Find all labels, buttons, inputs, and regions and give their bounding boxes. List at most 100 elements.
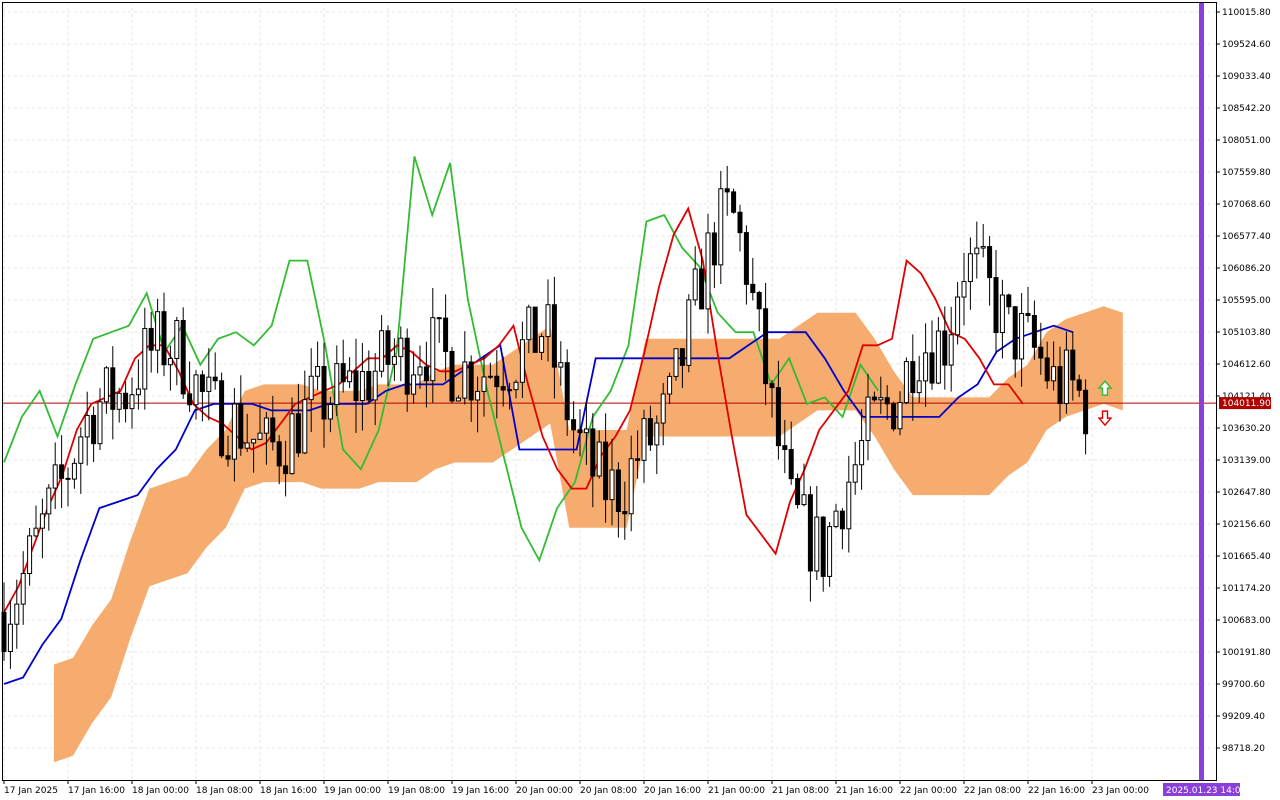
- y-tick-label: 107068.60: [1222, 200, 1271, 210]
- candle-body: [193, 374, 199, 406]
- y-tick-label: 105103.80: [1222, 328, 1271, 338]
- candle-body: [174, 320, 180, 360]
- candle-body: [116, 392, 122, 410]
- candle-body: [283, 465, 289, 475]
- candle-body: [372, 370, 378, 401]
- candle-body: [993, 277, 999, 334]
- candle-body: [20, 572, 26, 605]
- candle-body: [923, 352, 929, 382]
- candle-body: [615, 469, 621, 512]
- candle-body: [430, 317, 436, 382]
- candle-body: [123, 392, 129, 410]
- candle-body: [929, 352, 935, 384]
- candle-body: [404, 337, 410, 395]
- candle-body: [891, 403, 897, 430]
- candle-body: [327, 404, 333, 420]
- candle-body: [795, 478, 801, 506]
- y-tick-label: 109033.40: [1222, 72, 1271, 82]
- x-tick-label: 19 Jan 16:00: [452, 786, 509, 796]
- candle-body: [398, 337, 404, 358]
- candle-body: [507, 389, 513, 392]
- candle-body: [1057, 366, 1063, 405]
- candle-body: [1044, 357, 1050, 382]
- ichimoku-price-chart[interactable]: 110015.80 109524.60 109033.40 108542.20 1080…: [0, 0, 1280, 800]
- candle-body: [583, 428, 589, 434]
- candle-body: [724, 188, 730, 193]
- y-tick-label: 109524.60: [1222, 40, 1271, 50]
- candle-body: [1083, 389, 1089, 435]
- candle-body: [660, 393, 666, 424]
- candle-body: [737, 211, 743, 234]
- x-tick-label: 18 Jan 08:00: [196, 786, 253, 796]
- candle-body: [935, 330, 941, 384]
- y-tick-label: 101665.40: [1222, 552, 1271, 562]
- candle-body: [481, 376, 487, 392]
- y-tick-label: 99700.60: [1222, 680, 1265, 690]
- x-tick-label: 19 Jan 00:00: [324, 786, 381, 796]
- candle-body: [33, 527, 39, 537]
- candle-body: [347, 370, 353, 383]
- candle-body: [980, 246, 986, 249]
- candle-body: [289, 413, 295, 475]
- candle-body: [596, 441, 602, 477]
- candle-body: [199, 374, 205, 392]
- candle-body: [532, 306, 538, 353]
- x-tick-label: 22 Jan 08:00: [964, 786, 1021, 796]
- candle-body: [180, 320, 186, 395]
- candle-body: [276, 441, 282, 467]
- candle-body: [321, 365, 327, 420]
- candle-body: [590, 428, 596, 477]
- x-tick-label: 21 Jan 00:00: [708, 786, 765, 796]
- candle-body: [84, 414, 90, 438]
- candle-body: [609, 469, 615, 501]
- candle-body: [967, 253, 973, 283]
- candle-body: [839, 510, 845, 530]
- y-tick-label: 100191.80: [1222, 648, 1271, 658]
- x-tick-label: 21 Jan 16:00: [836, 786, 893, 796]
- candle-body: [219, 380, 225, 457]
- candle-body: [756, 292, 762, 310]
- candle-body: [257, 432, 263, 440]
- candle-body: [667, 375, 673, 395]
- x-tick-label: 19 Jan 08:00: [388, 786, 445, 796]
- y-tick-label: 103139.00: [1222, 456, 1271, 466]
- candle-body: [1031, 315, 1037, 348]
- candle-body: [359, 370, 365, 402]
- candle-body: [411, 374, 417, 395]
- y-tick-label: 99209.40: [1222, 712, 1265, 722]
- candle-body: [1038, 346, 1044, 359]
- candle-body: [494, 375, 500, 388]
- x-tick-label: 22 Jan 16:00: [1028, 786, 1085, 796]
- candle-body: [974, 247, 980, 255]
- x-tick-label: 23 Jan 00:00: [1092, 786, 1149, 796]
- candle-body: [7, 623, 13, 652]
- current-price-value: 104011.90: [1222, 399, 1271, 409]
- candle-body: [545, 304, 551, 338]
- candle-body: [903, 361, 909, 404]
- candle-body: [449, 350, 455, 402]
- y-tick-label: 108051.00: [1222, 136, 1271, 146]
- candle-body: [391, 356, 397, 365]
- candle-body: [251, 438, 257, 444]
- candle-body: [673, 348, 679, 377]
- candle-body: [1025, 312, 1031, 317]
- candle-body: [263, 417, 269, 434]
- candle-body: [679, 348, 685, 366]
- candle-body: [801, 494, 807, 506]
- candle-body: [455, 397, 461, 402]
- candle-body: [871, 396, 877, 401]
- candle-body: [500, 386, 506, 391]
- candle-body: [916, 380, 922, 394]
- candle-body: [423, 366, 429, 382]
- candle-body: [564, 362, 570, 421]
- candle-body: [699, 268, 705, 310]
- x-tick-label: 22 Jan 00:00: [900, 786, 957, 796]
- candle-body: [334, 363, 340, 406]
- candle-body: [52, 464, 58, 489]
- candle-body: [519, 339, 525, 383]
- candle-body: [942, 330, 948, 366]
- y-tick-label: 101174.20: [1222, 584, 1271, 594]
- candle-body: [705, 232, 711, 310]
- candle-body: [308, 375, 314, 401]
- candle-body: [999, 294, 1005, 334]
